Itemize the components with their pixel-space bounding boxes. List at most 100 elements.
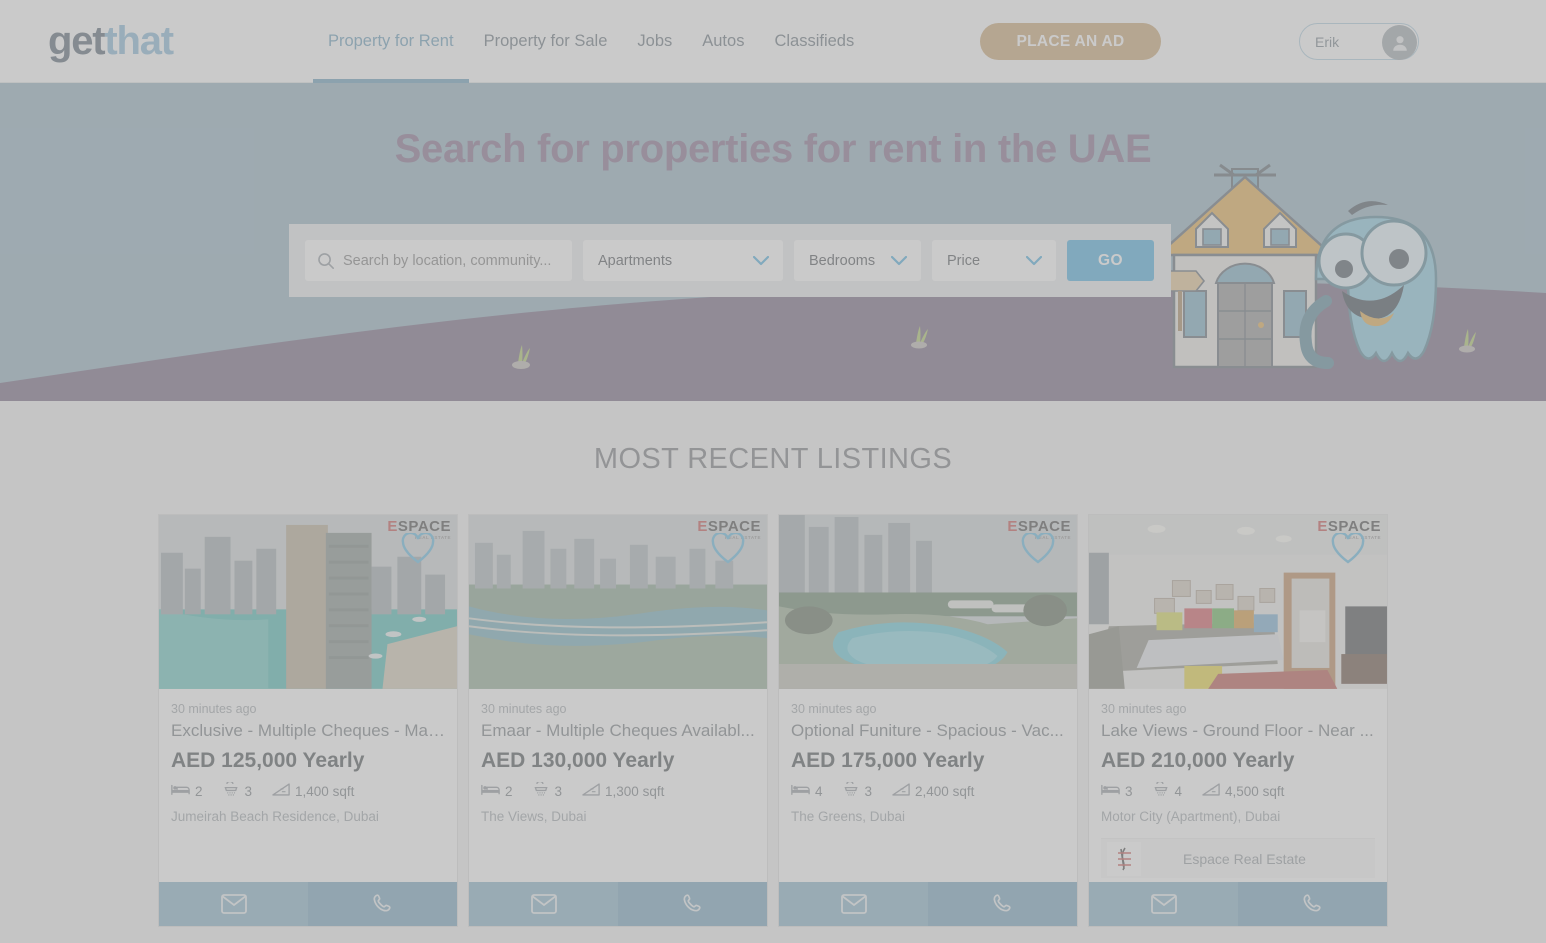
listing-time-ago: 30 minutes ago xyxy=(791,702,877,716)
listing-photo[interactable]: ESPACE REAL ESTATE xyxy=(159,515,457,690)
bath-icon xyxy=(843,780,860,800)
main-navigation: Property for Rent Property for Sale Jobs… xyxy=(312,0,869,83)
search-icon xyxy=(317,252,335,270)
bedrooms-select[interactable]: Bedrooms xyxy=(794,240,921,281)
phone-icon xyxy=(992,894,1011,912)
listing-location: The Views, Dubai xyxy=(481,809,587,824)
favorite-heart-icon[interactable] xyxy=(1331,531,1365,569)
listing-specs: 2 3 1,400 sqft xyxy=(171,780,445,800)
listing-photo[interactable]: ESPACE REAL ESTATE xyxy=(1089,515,1387,690)
phone-icon xyxy=(1302,894,1321,912)
listing-location: Motor City (Apartment), Dubai xyxy=(1101,809,1281,824)
site-logo[interactable]: getthat xyxy=(48,19,174,63)
chevron-down-icon xyxy=(753,255,769,266)
bed-icon xyxy=(171,783,190,799)
price-value: Price xyxy=(947,252,981,269)
call-agent-button[interactable] xyxy=(308,882,457,926)
envelope-icon xyxy=(220,894,247,914)
listing-photo[interactable]: ESPACE REAL ESTATE xyxy=(779,515,1077,690)
listing-details: 30 minutes ago Emaar - Multiple Cheques … xyxy=(469,690,767,882)
page-root: getthat Property for Rent Property for S… xyxy=(0,0,1546,943)
nav-label: Property for Sale xyxy=(483,31,608,50)
listing-price: AED 125,000 Yearly xyxy=(171,749,365,772)
bedrooms-count: 4 xyxy=(815,783,823,799)
house-and-mascot-illustration xyxy=(1156,163,1438,369)
user-name-label: Erik xyxy=(1315,33,1340,50)
bed-icon xyxy=(1101,783,1120,799)
nav-item-property-for-sale[interactable]: Property for Sale xyxy=(469,0,623,83)
property-type-value: Apartments xyxy=(598,252,673,269)
email-agent-button[interactable] xyxy=(779,882,928,926)
listing-details: 30 minutes ago Exclusive - Multiple Cheq… xyxy=(159,690,457,882)
listing-time-ago: 30 minutes ago xyxy=(171,702,257,716)
listing-card[interactable]: ESPACE REAL ESTATE 30 minutes ago Lake V… xyxy=(1088,514,1388,927)
spec-bedrooms: 3 xyxy=(1101,783,1133,799)
listing-details: 30 minutes ago Optional Funiture - Spaci… xyxy=(779,690,1077,882)
listing-title[interactable]: Lake Views - Ground Floor - Near ... xyxy=(1101,721,1375,741)
search-field-wrapper[interactable] xyxy=(305,240,572,281)
email-agent-button[interactable] xyxy=(1089,882,1238,926)
nav-item-jobs[interactable]: Jobs xyxy=(622,0,687,83)
nav-item-classifieds[interactable]: Classifieds xyxy=(759,0,869,83)
chevron-down-icon xyxy=(1026,255,1042,266)
spec-bedrooms: 4 xyxy=(791,783,823,799)
logo-text-get: get xyxy=(48,19,106,63)
listing-specs: 4 3 2,400 sqft xyxy=(791,780,1065,800)
listing-title[interactable]: Emaar - Multiple Cheques Availabl... xyxy=(481,721,755,741)
nav-item-autos[interactable]: Autos xyxy=(687,0,759,83)
email-agent-button[interactable] xyxy=(159,882,308,926)
area-icon xyxy=(1202,783,1220,799)
listing-title[interactable]: Optional Funiture - Spacious - Vac... xyxy=(791,721,1065,741)
listing-details: 30 minutes ago Lake Views - Ground Floor… xyxy=(1089,690,1387,882)
envelope-icon xyxy=(530,894,557,914)
area-icon xyxy=(892,783,910,799)
spec-bathrooms: 4 xyxy=(1153,780,1182,800)
favorite-heart-icon[interactable] xyxy=(401,531,435,569)
spec-bathrooms: 3 xyxy=(533,780,563,800)
area-value: 4,500 sqft xyxy=(1225,783,1285,799)
nav-label: Autos xyxy=(702,31,745,50)
email-agent-button[interactable] xyxy=(469,882,618,926)
listing-title[interactable]: Exclusive - Multiple Cheques - Mar... xyxy=(171,721,445,741)
bathrooms-count: 3 xyxy=(554,783,563,799)
listing-card[interactable]: ESPACE REAL ESTATE 30 minutes ago Option… xyxy=(778,514,1078,927)
area-icon xyxy=(582,783,600,799)
user-account-chip[interactable]: Erik xyxy=(1299,23,1419,60)
call-agent-button[interactable] xyxy=(928,882,1077,926)
agency-row[interactable]: Espace Real Estate xyxy=(1101,838,1375,878)
listing-card[interactable]: ESPACE REAL ESTATE 30 minutes ago Emaar … xyxy=(468,514,768,927)
avatar-icon xyxy=(1382,25,1417,60)
logo-text-that: that xyxy=(104,19,174,63)
favorite-heart-icon[interactable] xyxy=(711,531,745,569)
call-agent-button[interactable] xyxy=(618,882,767,926)
listing-actions xyxy=(779,882,1077,926)
bed-icon xyxy=(481,783,500,799)
call-agent-button[interactable] xyxy=(1238,882,1387,926)
bathrooms-count: 3 xyxy=(864,783,873,799)
price-select[interactable]: Price xyxy=(932,240,1056,281)
spec-bathrooms: 3 xyxy=(223,780,253,800)
nav-label: Jobs xyxy=(637,31,673,50)
listing-time-ago: 30 minutes ago xyxy=(1101,702,1187,716)
nav-item-property-for-rent[interactable]: Property for Rent xyxy=(312,0,469,83)
bed-icon xyxy=(791,783,810,799)
bath-icon xyxy=(223,780,240,800)
search-go-button[interactable]: GO xyxy=(1067,240,1154,281)
spec-bathrooms: 3 xyxy=(843,780,873,800)
listing-actions xyxy=(1089,882,1387,926)
bath-icon xyxy=(533,780,550,800)
listing-card[interactable]: ESPACE REAL ESTATE 30 minutes ago Exclus… xyxy=(158,514,458,927)
place-an-ad-button[interactable]: PLACE AN AD xyxy=(980,23,1161,60)
site-header: getthat Property for Rent Property for S… xyxy=(0,0,1546,83)
bathrooms-count: 3 xyxy=(244,783,253,799)
property-type-select[interactable]: Apartments xyxy=(583,240,783,281)
search-input[interactable] xyxy=(335,241,572,280)
favorite-heart-icon[interactable] xyxy=(1021,531,1055,569)
listing-photo[interactable]: ESPACE REAL ESTATE xyxy=(469,515,767,690)
listing-time-ago: 30 minutes ago xyxy=(481,702,567,716)
listing-actions xyxy=(469,882,767,926)
spec-bedrooms: 2 xyxy=(481,783,513,799)
area-value: 1,400 sqft xyxy=(295,783,355,799)
area-value: 2,400 sqft xyxy=(915,783,975,799)
hero-title: Search for properties for rent in the UA… xyxy=(394,127,1152,171)
